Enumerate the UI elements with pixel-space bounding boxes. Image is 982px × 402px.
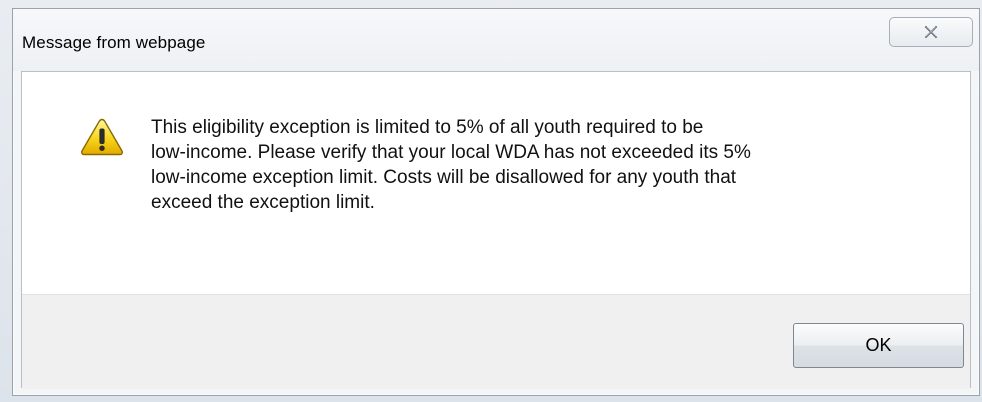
close-icon	[924, 25, 938, 39]
dialog-title: Message from webpage	[22, 33, 206, 52]
ok-button[interactable]: OK	[793, 323, 964, 368]
dialog-client-area: This eligibility exception is limited to…	[21, 71, 971, 389]
message-dialog: Message from webpage This eligibility ex…	[12, 8, 980, 396]
close-button[interactable]	[889, 17, 973, 47]
dialog-message: This eligibility exception is limited to…	[151, 117, 751, 213]
page: Message from webpage This eligibility ex…	[0, 0, 982, 402]
warning-icon	[81, 118, 123, 156]
dialog-titlebar: Message from webpage	[13, 9, 979, 71]
dialog-content: This eligibility exception is limited to…	[22, 72, 970, 294]
dialog-footer: OK	[22, 294, 970, 389]
